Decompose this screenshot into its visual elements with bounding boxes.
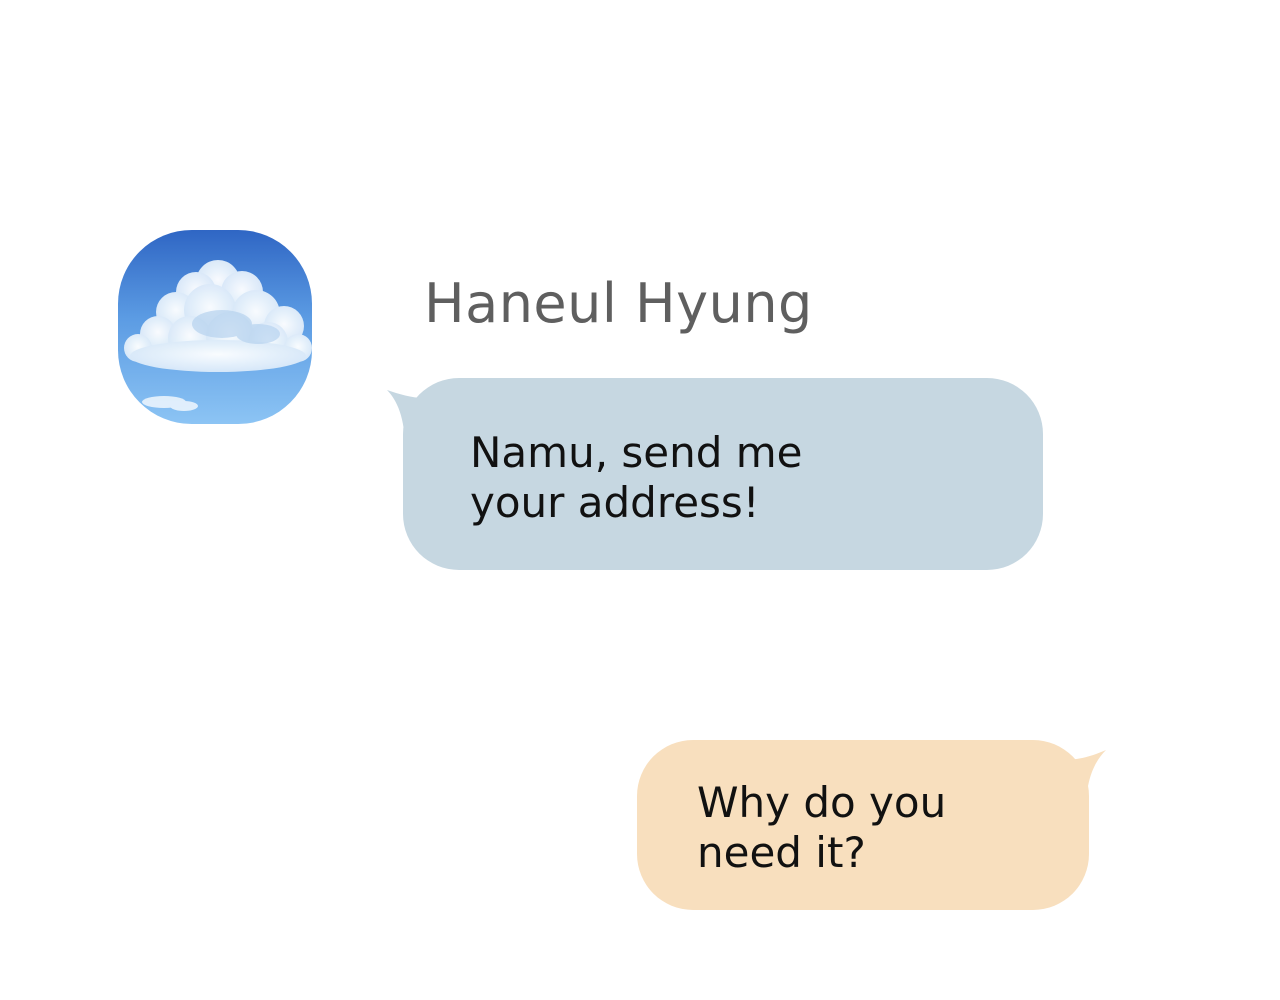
- incoming-message-text: Namu, send me your address!: [470, 428, 803, 527]
- cloud-sky-avatar-icon: [118, 230, 312, 424]
- contact-name: Haneul Hyung: [424, 272, 813, 335]
- outgoing-message-bubble[interactable]: Why do you need it?: [637, 740, 1089, 910]
- outgoing-message-text: Why do you need it?: [697, 778, 947, 877]
- chat-screen: Haneul Hyung Namu, send me your address!…: [0, 0, 1280, 1000]
- incoming-message-bubble[interactable]: Namu, send me your address!: [403, 378, 1043, 570]
- contact-avatar[interactable]: [118, 230, 312, 424]
